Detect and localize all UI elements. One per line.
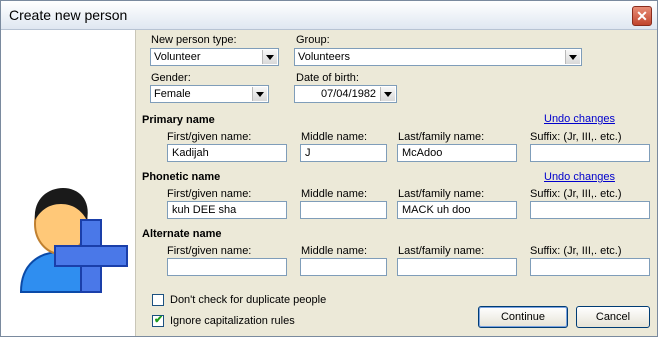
- alternate-middle-input[interactable]: [300, 258, 387, 276]
- phonetic-first-input[interactable]: kuh DEE sha: [167, 201, 287, 219]
- dob-select[interactable]: 07/04/1982: [294, 85, 397, 103]
- form-area: New person type: Volunteer Group: Volunt…: [136, 30, 657, 336]
- primary-middle-input[interactable]: J: [300, 144, 387, 162]
- continue-button[interactable]: Continue: [478, 306, 568, 328]
- alternate-suffix-label: Suffix: (Jr, III,. etc.): [530, 245, 622, 257]
- alternate-name-heading: Alternate name: [142, 228, 222, 240]
- close-button[interactable]: ✕: [632, 6, 652, 26]
- gender-label: Gender:: [151, 72, 191, 84]
- ignore-capitalization-checkbox[interactable]: ✔: [152, 314, 164, 327]
- dob-value: 07/04/1982: [321, 88, 377, 100]
- phonetic-middle-input[interactable]: [300, 201, 387, 219]
- group-label: Group:: [296, 34, 330, 46]
- phonetic-last-label: Last/family name:: [398, 188, 485, 200]
- gender-select[interactable]: Female: [150, 85, 269, 103]
- alternate-suffix-input[interactable]: [530, 258, 650, 276]
- create-person-dialog: Create new person ✕ New person type: Vol…: [0, 0, 658, 337]
- primary-last-label: Last/family name:: [398, 131, 485, 143]
- add-person-icon: [19, 188, 128, 293]
- phonetic-suffix-input[interactable]: [530, 201, 650, 219]
- phonetic-last-input[interactable]: MACK uh doo: [397, 201, 517, 219]
- undo-changes-link[interactable]: Undo changes: [544, 113, 615, 125]
- dob-label: Date of birth:: [296, 72, 359, 84]
- primary-name-heading: Primary name: [142, 114, 215, 126]
- alternate-first-input[interactable]: [167, 258, 287, 276]
- dialog-title: Create new person: [9, 7, 128, 23]
- primary-suffix-label: Suffix: (Jr, III,. etc.): [530, 131, 622, 143]
- phonetic-middle-label: Middle name:: [301, 188, 368, 200]
- group-value: Volunteers: [298, 51, 350, 63]
- alternate-middle-label: Middle name:: [301, 245, 368, 257]
- alternate-last-input[interactable]: [397, 258, 517, 276]
- undo-changes-link[interactable]: Undo changes: [544, 171, 615, 183]
- no-duplicate-check-checkbox[interactable]: [152, 294, 164, 306]
- alternate-first-label: First/given name:: [167, 245, 252, 257]
- primary-first-label: First/given name:: [167, 131, 252, 143]
- primary-suffix-input[interactable]: [530, 144, 650, 162]
- phonetic-suffix-label: Suffix: (Jr, III,. etc.): [530, 188, 622, 200]
- primary-last-input[interactable]: McAdoo: [397, 144, 517, 162]
- new-person-type-value: Volunteer: [154, 51, 201, 63]
- primary-first-input[interactable]: Kadijah: [167, 144, 287, 162]
- new-person-type-select[interactable]: Volunteer: [150, 48, 279, 66]
- alternate-last-label: Last/family name:: [398, 245, 485, 257]
- chevron-down-icon: [565, 50, 580, 64]
- checkmark-icon: ✔: [154, 314, 164, 326]
- chevron-down-icon: [252, 87, 267, 101]
- gender-value: Female: [154, 88, 191, 100]
- no-duplicate-check-label[interactable]: Don't check for duplicate people: [170, 294, 326, 306]
- phonetic-name-heading: Phonetic name: [142, 171, 221, 183]
- phonetic-first-label: First/given name:: [167, 188, 252, 200]
- group-select[interactable]: Volunteers: [294, 48, 582, 66]
- chevron-down-icon: [380, 87, 395, 101]
- cancel-button[interactable]: Cancel: [576, 306, 650, 328]
- title-bar: Create new person ✕: [1, 1, 657, 30]
- new-person-type-label: New person type:: [151, 34, 237, 46]
- left-pane: [1, 30, 136, 336]
- primary-middle-label: Middle name:: [301, 131, 368, 143]
- chevron-down-icon: [262, 50, 277, 64]
- ignore-capitalization-label[interactable]: Ignore capitalization rules: [170, 315, 295, 327]
